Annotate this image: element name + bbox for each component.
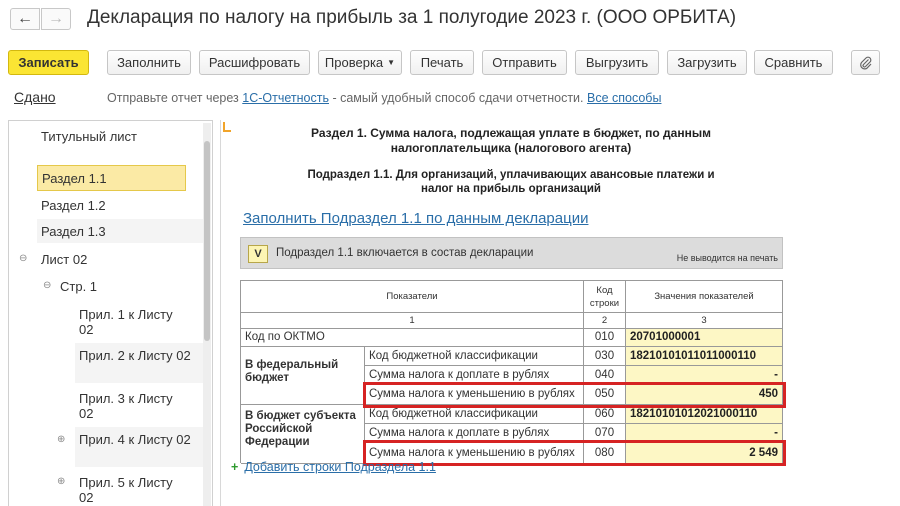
- section-heading: Раздел 1. Сумма налога, подлежащая уплат…: [311, 126, 711, 155]
- import-button[interactable]: Загрузить: [667, 50, 747, 75]
- reporting-service-link[interactable]: 1С-Отчетность: [242, 91, 329, 105]
- document-area: Раздел 1. Сумма налога, подлежащая уплат…: [220, 120, 900, 506]
- plus-icon: +: [231, 460, 239, 474]
- info-line: Сдано Отправьте отчет через 1С-Отчетност…: [0, 86, 900, 108]
- tree-item-section-1-1[interactable]: Раздел 1.1: [37, 165, 186, 191]
- title-bar: ← → Декларация по налогу на прибыль за 1…: [0, 0, 900, 40]
- row-code: 010: [584, 329, 626, 347]
- indicators-table: Показатели Код строки Значения показател…: [240, 280, 786, 466]
- table-header-indicators: Показатели: [241, 281, 584, 313]
- group-regional: В бюджет субъекта Российской Федерации: [241, 405, 365, 464]
- table-header-num: 2: [584, 313, 626, 329]
- include-checkbox[interactable]: V: [248, 245, 268, 263]
- expand-icon[interactable]: ⊕: [57, 434, 65, 445]
- tree-item-section-1-3[interactable]: Раздел 1.3: [37, 219, 205, 243]
- table-header-code: Код строки: [584, 281, 626, 313]
- not-printed-note: Не выводится на печать: [676, 253, 778, 263]
- arrow-right-icon[interactable]: →: [41, 8, 71, 30]
- info-text: Отправьте отчет через 1С-Отчетность - са…: [107, 91, 661, 105]
- corner-marker-icon: [223, 122, 231, 132]
- table-header-num: 3: [626, 313, 783, 329]
- fill-subsection-link[interactable]: Заполнить Подраздел 1.1 по данным деклар…: [243, 210, 588, 227]
- all-methods-link[interactable]: Все способы: [587, 91, 661, 105]
- oktmo-label: Код по ОКТМО: [241, 329, 584, 347]
- send-button[interactable]: Отправить: [482, 50, 567, 75]
- tree-item-appendix-4[interactable]: Прил. 4 к Листу 02: [75, 427, 205, 467]
- tree-item-page-1[interactable]: Стр. 1: [60, 279, 97, 294]
- chevron-down-icon: ▼: [387, 58, 396, 67]
- add-rows-link[interactable]: + Добавить строки Подраздела 1.1: [231, 460, 436, 474]
- row-code: 030: [584, 347, 626, 366]
- tree-item-appendix-5[interactable]: Прил. 5 к Листу 02: [79, 475, 179, 505]
- export-button[interactable]: Выгрузить: [575, 50, 659, 75]
- save-button[interactable]: Записать: [8, 50, 89, 75]
- decode-button[interactable]: Расшифровать: [199, 50, 310, 75]
- arrow-left-icon[interactable]: ←: [10, 8, 40, 30]
- scrollbar-thumb[interactable]: [204, 141, 210, 341]
- tree-item-section-1-2[interactable]: Раздел 1.2: [41, 198, 106, 213]
- include-label: Подраздел 1.1 включается в состав деклар…: [276, 247, 534, 259]
- toolbar: Записать Заполнить Расшифровать Проверка…: [0, 50, 900, 76]
- add-rows-label: Добавить строки Подраздела 1.1: [244, 460, 436, 474]
- oktmo-value-field[interactable]: 20701000001: [626, 329, 783, 347]
- check-dropdown-button[interactable]: Проверка ▼: [318, 50, 402, 75]
- page-title: Декларация по налогу на прибыль за 1 пол…: [87, 7, 737, 28]
- print-button[interactable]: Печать: [410, 50, 474, 75]
- subsection-heading: Подраздел 1.1. Для организаций, уплачива…: [307, 169, 715, 195]
- tree-item-appendix-2[interactable]: Прил. 2 к Листу 02: [75, 343, 205, 383]
- collapse-icon[interactable]: ⊖: [43, 280, 51, 291]
- check-button-label: Проверка: [324, 55, 384, 70]
- fill-button[interactable]: Заполнить: [107, 50, 191, 75]
- highlight-frame: [363, 382, 786, 408]
- tree-item-appendix-1[interactable]: Прил. 1 к Листу 02: [79, 307, 179, 337]
- tree-item-appendix-3[interactable]: Прил. 3 к Листу 02: [79, 391, 179, 421]
- paperclip-icon[interactable]: [851, 50, 880, 75]
- row-label: Код бюджетной классификации: [365, 347, 584, 366]
- tree-scrollbar[interactable]: [203, 123, 211, 506]
- table-header-num: 1: [241, 313, 584, 329]
- include-bar: V Подраздел 1.1 включается в состав декл…: [240, 237, 783, 269]
- info-text-before: Отправьте отчет через: [107, 91, 243, 105]
- tree-item-sheet-02[interactable]: Лист 02: [41, 252, 87, 267]
- collapse-icon[interactable]: ⊖: [19, 253, 27, 264]
- tree-item-title-page[interactable]: Титульный лист: [41, 129, 137, 144]
- group-federal: В федеральный бюджет: [241, 347, 365, 405]
- expand-icon[interactable]: ⊕: [57, 476, 65, 487]
- status-link[interactable]: Сдано: [14, 89, 56, 105]
- info-text-after: - самый удобный способ сдачи отчетности.: [328, 91, 587, 105]
- table-header-values: Значения показателей: [626, 281, 783, 313]
- compare-button[interactable]: Сравнить: [754, 50, 833, 75]
- kbk-federal-field[interactable]: 18210101011011000110: [626, 347, 783, 366]
- sections-tree: Титульный лист Раздел 1.1 Раздел 1.2 Раз…: [8, 120, 213, 506]
